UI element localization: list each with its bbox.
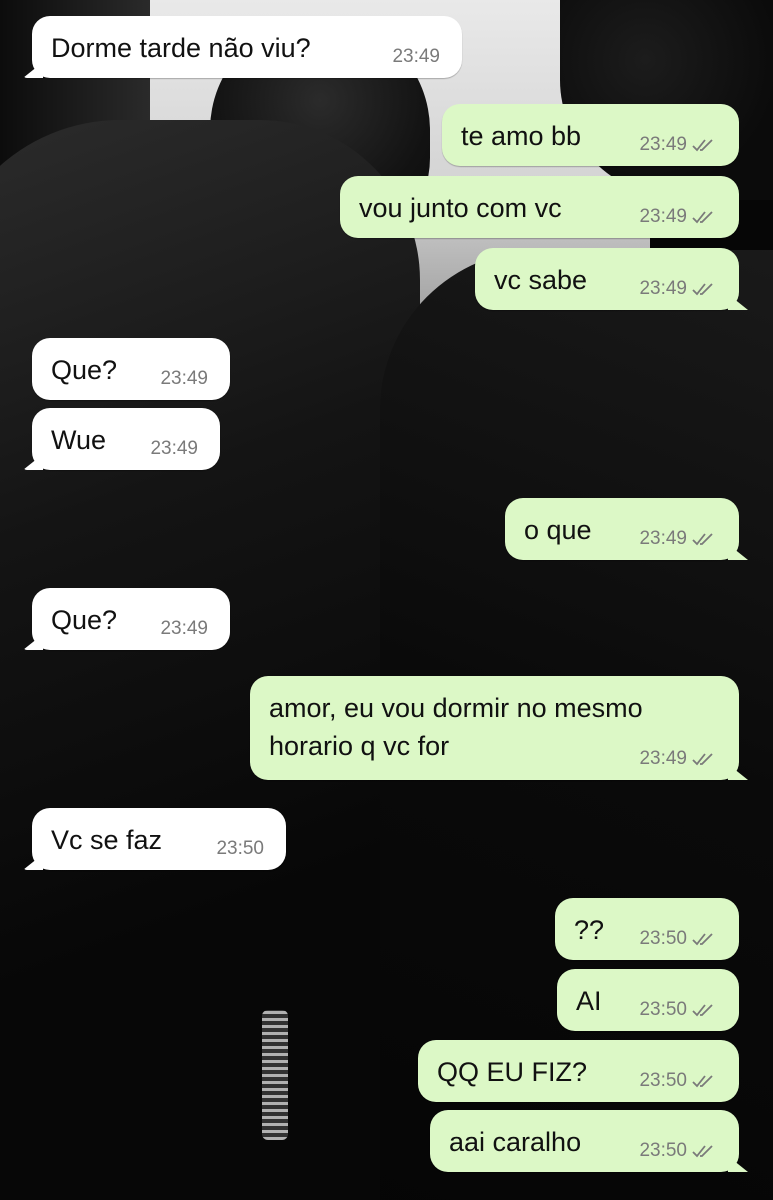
message-outgoing[interactable]: o que 23:49: [505, 498, 739, 560]
message-time: 23:50: [639, 999, 687, 1020]
message-time: 23:50: [216, 838, 264, 859]
message-meta: 23:50: [639, 1070, 717, 1092]
message-incoming[interactable]: Que? 23:49: [32, 588, 230, 650]
message-text: Dorme tarde não viu?: [51, 33, 311, 63]
message-text: aai caralho: [449, 1127, 582, 1157]
message-text: amor, eu vou dormir no mesmo horario q v…: [269, 693, 643, 761]
double-check-icon: [692, 1075, 713, 1088]
message-outgoing[interactable]: QQ EU FIZ? 23:50: [418, 1040, 739, 1102]
message-meta: 23:49: [639, 748, 717, 770]
message-time: 23:49: [639, 528, 687, 549]
double-check-icon: [692, 211, 713, 224]
message-outgoing[interactable]: ?? 23:50: [555, 898, 739, 960]
message-text: te amo bb: [461, 121, 582, 151]
message-meta: 23:49: [639, 206, 717, 228]
message-outgoing[interactable]: vc sabe 23:49: [475, 248, 739, 310]
message-text: o que: [524, 515, 592, 545]
message-incoming[interactable]: Que? 23:49: [32, 338, 230, 400]
message-incoming[interactable]: Dorme tarde não viu? 23:49: [32, 16, 462, 78]
message-text: QQ EU FIZ?: [437, 1057, 588, 1087]
message-text: vou junto com vc: [359, 193, 562, 223]
message-incoming[interactable]: Wue 23:49: [32, 408, 220, 470]
message-meta: 23:49: [639, 278, 717, 300]
message-outgoing[interactable]: te amo bb 23:49: [442, 104, 739, 166]
message-text: AI: [576, 986, 602, 1016]
double-check-icon: [692, 533, 713, 546]
double-check-icon: [692, 139, 713, 152]
message-text: Que?: [51, 355, 118, 385]
message-meta: 23:49: [639, 134, 717, 156]
message-text: Vc se faz: [51, 825, 163, 855]
message-meta: 23:49: [392, 46, 440, 68]
message-time: 23:50: [639, 1140, 687, 1161]
chat-message-list: Dorme tarde não viu? 23:49 te amo bb 23:…: [0, 0, 773, 1200]
message-text: vc sabe: [494, 265, 588, 295]
message-time: 23:49: [639, 748, 687, 769]
message-time: 23:50: [639, 928, 687, 949]
message-time: 23:49: [639, 134, 687, 155]
message-outgoing[interactable]: vou junto com vc 23:49: [340, 176, 739, 238]
message-time: 23:49: [392, 46, 440, 67]
message-outgoing[interactable]: amor, eu vou dormir no mesmo horario q v…: [250, 676, 739, 780]
message-text: Wue: [51, 425, 107, 455]
message-time: 23:49: [160, 618, 208, 639]
message-time: 23:50: [639, 1070, 687, 1091]
message-incoming[interactable]: Vc se faz 23:50: [32, 808, 286, 870]
message-text: ??: [574, 915, 605, 945]
message-meta: 23:49: [639, 528, 717, 550]
double-check-icon: [692, 753, 713, 766]
double-check-icon: [692, 933, 713, 946]
message-outgoing[interactable]: AI 23:50: [557, 969, 739, 1031]
message-meta: 23:50: [639, 928, 717, 950]
message-meta: 23:49: [150, 438, 198, 460]
message-meta: 23:50: [639, 999, 717, 1021]
message-time: 23:49: [639, 278, 687, 299]
message-meta: 23:50: [639, 1140, 717, 1162]
message-meta: 23:49: [160, 368, 208, 390]
message-time: 23:49: [160, 368, 208, 389]
message-meta: 23:49: [160, 618, 208, 640]
message-time: 23:49: [150, 438, 198, 459]
message-time: 23:49: [639, 206, 687, 227]
message-meta: 23:50: [216, 838, 264, 860]
double-check-icon: [692, 283, 713, 296]
double-check-icon: [692, 1004, 713, 1017]
message-text: Que?: [51, 605, 118, 635]
message-outgoing[interactable]: aai caralho 23:50: [430, 1110, 739, 1172]
double-check-icon: [692, 1145, 713, 1158]
